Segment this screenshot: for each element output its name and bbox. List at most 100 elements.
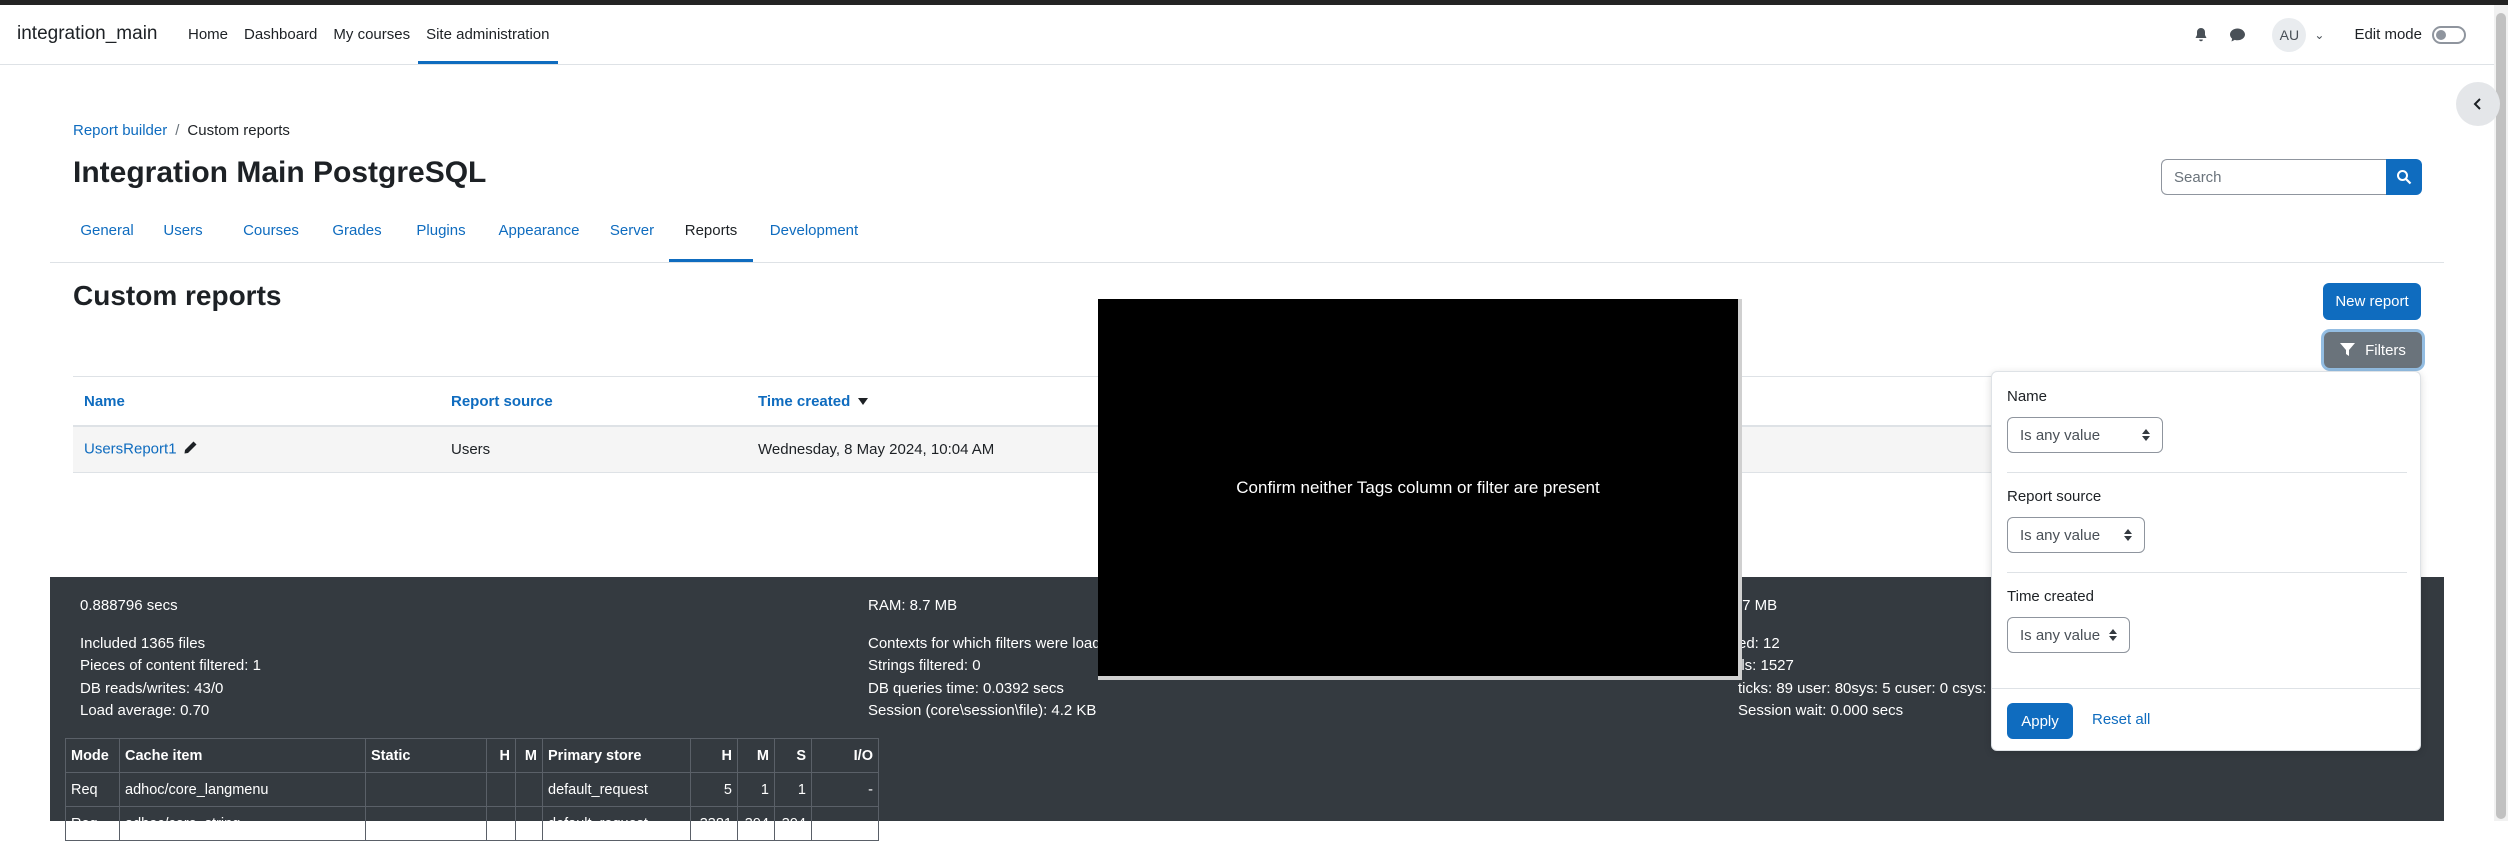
filter-time-created-select[interactable]: Is any value [2007, 617, 2130, 653]
nav-home[interactable]: Home [180, 5, 236, 64]
cache-col-static-misses: M [515, 738, 543, 773]
tab-reports[interactable]: Reports [669, 204, 753, 262]
page-title: Integration Main PostgreSQL [73, 156, 487, 189]
filter-funnel-icon [2340, 343, 2356, 356]
cache-col-static-hits: H [486, 738, 516, 773]
select-arrows-icon [2142, 429, 2150, 441]
cache-cell [486, 806, 516, 841]
perf-contexts-filters: Contexts for which filters were load [868, 634, 1101, 652]
nav-my-courses[interactable]: My courses [325, 5, 418, 64]
report-link[interactable]: UsersReport1 [84, 440, 177, 457]
filter-name-value: Is any value [2020, 426, 2101, 444]
filters-dropdown-panel: Name Is any value Report source Is any v… [1991, 371, 2421, 751]
cell-name: UsersReport1 [73, 426, 440, 473]
user-avatar[interactable]: AU [2272, 17, 2307, 52]
test-instruction-overlay: Confirm neither Tags column or filter ar… [1098, 299, 1742, 680]
cache-cell: adhoc/core_langmenu [119, 772, 366, 807]
perf-ram: RAM: 8.7 MB [868, 597, 958, 614]
cache-cell [515, 772, 543, 807]
search-input[interactable] [2161, 159, 2386, 195]
cache-cell [365, 806, 487, 841]
perf-session-size: Session (core\session\file): 4.2 KB [868, 702, 1097, 719]
cache-cell: 394 [774, 806, 812, 841]
filter-divider [2007, 472, 2407, 473]
column-name[interactable]: Name [73, 376, 440, 427]
breadcrumb-report-builder[interactable]: Report builder [73, 122, 167, 139]
perf-time: 0.888796 secs [80, 597, 178, 614]
breadcrumb-custom-reports: Custom reports [187, 122, 290, 139]
cache-cell [365, 772, 487, 807]
chevron-left-icon [2473, 98, 2481, 110]
nav-site-administration[interactable]: Site administration [418, 5, 558, 64]
tab-general[interactable]: General [74, 204, 140, 262]
tab-grades[interactable]: Grades [324, 204, 390, 262]
filter-name-select[interactable]: Is any value [2007, 417, 2163, 453]
filter-time-created-value: Is any value [2020, 626, 2101, 644]
tab-development[interactable]: Development [762, 204, 866, 262]
cache-col-primary-store: Primary store [542, 738, 691, 773]
scrollbar-thumb[interactable] [2496, 13, 2506, 819]
search-icon [2397, 170, 2412, 185]
tab-server[interactable]: Server [604, 204, 660, 262]
perf-column-3: .7 MB ed: 12 lls: 1527 ticks: 89 user: 8… [1738, 595, 1999, 723]
tab-courses[interactable]: Courses [236, 204, 306, 262]
cache-cell: 5 [690, 772, 738, 807]
filter-report-source-label: Report source [2007, 488, 2102, 505]
cache-cell: adhoc/core_string [119, 806, 366, 841]
apply-filters-button[interactable]: Apply [2007, 703, 2073, 739]
perf-contexts-loaded: ed: 12 [1738, 634, 1780, 652]
perf-load-average: Load average: 0.70 [80, 702, 210, 719]
tab-plugins[interactable]: Plugins [408, 204, 474, 262]
filter-report-source-value: Is any value [2020, 526, 2101, 544]
cache-col-misses: M [737, 738, 775, 773]
cache-col-mode: Mode [65, 738, 120, 773]
page-scrollbar[interactable] [2494, 5, 2508, 821]
column-report-source[interactable]: Report source [440, 376, 747, 427]
cache-cell: 1 [774, 772, 812, 807]
top-navbar: integration_main Home Dashboard My cours… [0, 5, 2494, 65]
perf-db-reads-writes: DB reads/writes: 43/0 [80, 679, 224, 697]
filter-name: Name Is any value [2007, 388, 2407, 453]
cache-header-row: Mode Cache item Static H M Primary store… [65, 738, 879, 773]
table-row: Req adhoc/core_langmenu default_request … [65, 772, 879, 807]
tab-users[interactable]: Users [158, 204, 208, 262]
edit-mode-toggle[interactable] [2432, 25, 2466, 44]
perf-db-queries-time: DB queries time: 0.0392 secs [868, 679, 1064, 697]
new-report-button[interactable]: New report [2323, 283, 2421, 320]
notifications-bell-icon[interactable] [2190, 24, 2212, 46]
edit-pencil-icon[interactable] [183, 440, 198, 459]
cache-cell: 394 [737, 806, 775, 841]
cache-cell: default_request [542, 772, 691, 807]
tab-appearance[interactable]: Appearance [492, 204, 586, 262]
user-navigation: AU ⌄ Edit mode [2190, 5, 2494, 64]
open-drawer-button[interactable] [2456, 82, 2500, 126]
cache-col-hits: H [690, 738, 738, 773]
breadcrumb: Report builder / Custom reports [73, 122, 290, 139]
cache-cell: default_request [542, 806, 691, 841]
nav-dashboard[interactable]: Dashboard [236, 5, 325, 64]
chevron-down-icon[interactable]: ⌄ [2314, 28, 2324, 42]
cache-col-item: Cache item [119, 738, 366, 773]
perf-included-files: Included 1365 files [80, 634, 206, 652]
cache-cell: 1 [737, 772, 775, 807]
cache-col-io: I/O [811, 738, 879, 773]
select-arrows-icon [2109, 629, 2117, 641]
cache-cell [515, 806, 543, 841]
filters-button[interactable]: Filters [2324, 332, 2422, 368]
toggle-knob [2436, 29, 2446, 40]
cache-cell: Req [65, 806, 120, 841]
filter-time-created: Time created Is any value [2007, 588, 2407, 653]
filters-panel-footer: Apply Reset all [1992, 688, 2420, 751]
messages-chat-icon[interactable] [2226, 24, 2248, 46]
search-button[interactable] [2386, 159, 2422, 195]
primary-navigation: Home Dashboard My courses Site administr… [180, 5, 558, 64]
reset-all-link[interactable]: Reset all [2092, 711, 2150, 728]
filter-report-source-select[interactable]: Is any value [2007, 517, 2145, 553]
cache-col-sets: S [774, 738, 812, 773]
cache-cell [811, 806, 879, 841]
perf-column-1: 0.888796 secs Included 1365 files Pieces… [80, 595, 261, 723]
edit-mode-label: Edit mode [2354, 26, 2422, 43]
site-brand[interactable]: integration_main [17, 23, 157, 45]
sort-descending-icon [858, 398, 869, 406]
column-time-created-label: Time created [758, 392, 851, 410]
